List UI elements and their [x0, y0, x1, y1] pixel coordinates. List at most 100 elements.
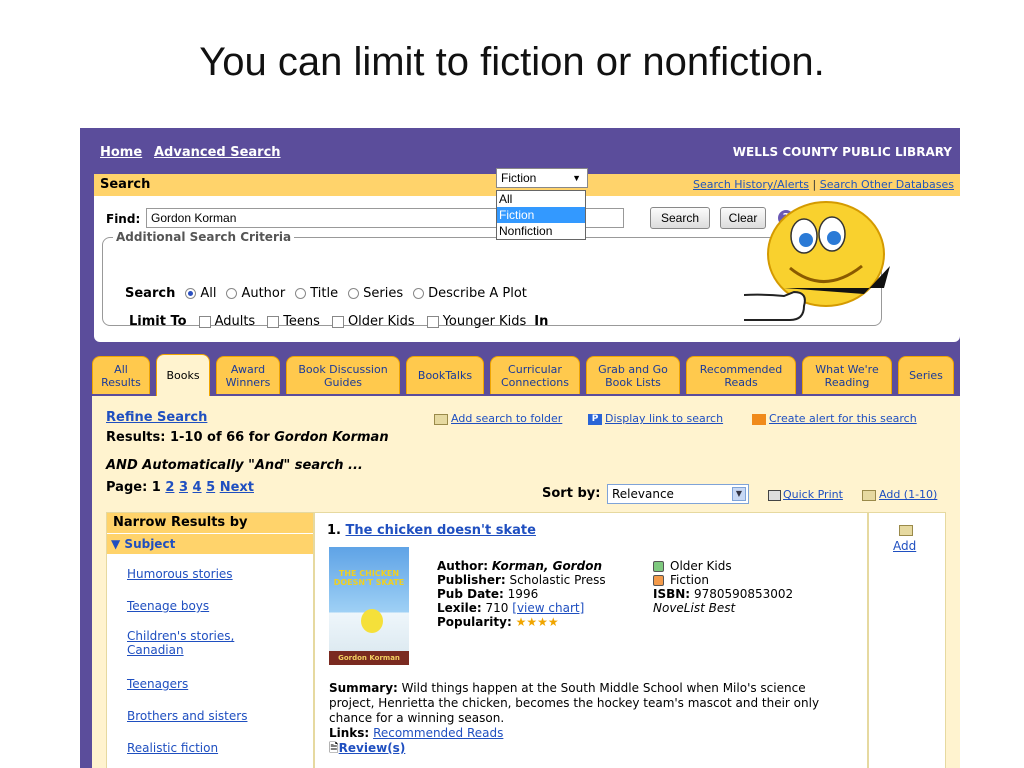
- radio-author[interactable]: [226, 288, 238, 299]
- tab-award-winners[interactable]: Award Winners: [216, 356, 280, 394]
- record-title-link[interactable]: The chicken doesn't skate: [346, 523, 536, 538]
- reviews-link[interactable]: Review(s): [339, 741, 406, 755]
- lexile-value: 710: [485, 601, 509, 615]
- book-cover[interactable]: THE CHICKEN DOESN'T SKATE Gordon Korman: [329, 547, 409, 665]
- page-5-link[interactable]: 5: [206, 480, 215, 495]
- criteria-legend: Additional Search Criteria: [116, 230, 292, 244]
- add-record-link[interactable]: Add: [893, 539, 916, 553]
- quick-print-link[interactable]: Quick Print: [783, 488, 843, 501]
- radio-title-label: Title: [310, 286, 339, 301]
- popularity-label: Popularity:: [437, 615, 512, 629]
- results-query: Gordon Korman: [274, 430, 389, 445]
- summary-text: Wild things happen at the South Middle S…: [329, 681, 820, 725]
- page-2-link[interactable]: 2: [165, 480, 174, 495]
- add-range-link[interactable]: Add (1-10): [879, 488, 937, 501]
- rss-icon: [752, 413, 766, 425]
- link-separator: |: [812, 178, 817, 191]
- tab-books[interactable]: Books: [156, 354, 210, 396]
- option-nonfiction[interactable]: Nonfiction: [497, 223, 585, 239]
- search-header-links: Search History/Alerts | Search Other Dat…: [693, 178, 954, 191]
- record-number: 1.: [327, 523, 341, 538]
- tab-grab-and-go[interactable]: Grab and Go Book Lists: [586, 356, 680, 394]
- chevron-down-icon: ▼: [572, 173, 581, 183]
- tab-all-results[interactable]: All Results: [92, 356, 150, 394]
- subject-link[interactable]: Teenagers: [127, 677, 188, 691]
- in-select[interactable]: Fiction ▼: [496, 168, 588, 188]
- display-link-link[interactable]: Display link to search: [605, 412, 723, 425]
- add-search-folder-link[interactable]: Add search to folder: [451, 412, 562, 425]
- display-link[interactable]: P Display link to search: [588, 412, 723, 425]
- tab-book-discussion-guides[interactable]: Book Discussion Guides: [286, 356, 400, 394]
- add-search-folder[interactable]: Add search to folder: [434, 412, 562, 425]
- page-3-link[interactable]: 3: [179, 480, 188, 495]
- radio-title[interactable]: [295, 288, 307, 299]
- option-fiction[interactable]: Fiction: [497, 207, 585, 223]
- tab-what-were-reading[interactable]: What We're Reading: [802, 356, 892, 394]
- radio-series-label: Series: [363, 286, 404, 301]
- search-history-link[interactable]: Search History/Alerts: [693, 178, 809, 191]
- subject-link[interactable]: Teenage boys: [127, 599, 209, 613]
- subject-facet-toggle[interactable]: ▼ Subject: [107, 534, 313, 554]
- subject-link[interactable]: Humorous stories: [127, 567, 233, 581]
- subject-link[interactable]: Brothers and sisters: [127, 709, 247, 723]
- auto-and-text: AND Automatically "And" search ...: [106, 458, 363, 473]
- radio-author-label: Author: [241, 286, 286, 301]
- in-select-value: Fiction: [501, 171, 537, 185]
- results-summary: Results: 1-10 of 66 for Gordon Korman: [106, 430, 389, 445]
- checkbox-teens-label: Teens: [283, 314, 320, 329]
- next-page-link[interactable]: Next: [220, 480, 254, 495]
- genre-value: Fiction: [670, 573, 709, 587]
- star-icon: ★: [526, 615, 538, 629]
- tab-booktalks[interactable]: BookTalks: [406, 356, 484, 394]
- recommended-reads-link[interactable]: Recommended Reads: [373, 726, 503, 740]
- page-4-link[interactable]: 4: [193, 480, 202, 495]
- in-label: In: [534, 314, 549, 329]
- sort-select[interactable]: Relevance ▼: [607, 484, 749, 504]
- narrow-results-heading: Narrow Results by: [107, 513, 313, 533]
- page-label: Page: 1: [106, 480, 161, 495]
- subject-link[interactable]: Realistic fiction: [127, 741, 218, 755]
- home-link[interactable]: Home: [100, 145, 142, 160]
- checkbox-older-kids-label: Older Kids: [347, 314, 415, 329]
- advanced-search-link[interactable]: Advanced Search: [154, 145, 281, 160]
- create-alert[interactable]: Create alert for this search: [752, 412, 917, 425]
- add-range[interactable]: Add (1-10): [862, 488, 937, 501]
- quick-print[interactable]: Quick Print: [768, 488, 843, 501]
- audience-icon: [653, 561, 664, 572]
- publisher-label: Publisher:: [437, 573, 506, 587]
- subject-heading: Subject: [124, 537, 176, 551]
- radio-describe-plot[interactable]: [413, 288, 425, 299]
- radio-all-label: All: [200, 286, 217, 301]
- radio-series[interactable]: [348, 288, 360, 299]
- search-button[interactable]: Search: [650, 207, 710, 229]
- tab-recommended-reads[interactable]: Recommended Reads: [686, 356, 796, 394]
- links-label: Links:: [329, 726, 370, 740]
- smiley-pupil-left: [799, 233, 813, 247]
- isbn-label: ISBN:: [653, 587, 691, 601]
- smiley-pointing-illustration: [744, 201, 890, 321]
- cover-title: THE CHICKEN DOESN'T SKATE: [333, 569, 405, 587]
- create-alert-link[interactable]: Create alert for this search: [769, 412, 917, 425]
- search-other-databases-link[interactable]: Search Other Databases: [820, 178, 954, 191]
- tab-curricular-connections[interactable]: Curricular Connections: [490, 356, 580, 394]
- pubdate-value: 1996: [507, 587, 539, 601]
- star-icon: ★: [547, 615, 559, 629]
- caret-down-icon: ▼: [111, 537, 121, 551]
- checkbox-younger-kids[interactable]: [426, 315, 439, 328]
- checkbox-adults[interactable]: [198, 315, 211, 328]
- isbn-value: 9780590853002: [693, 587, 794, 601]
- radio-all[interactable]: [185, 288, 197, 299]
- slide-title: You can limit to fiction or nonfiction.: [199, 40, 825, 84]
- document-icon: 🗎: [329, 741, 339, 755]
- pagination: Page: 1 2 3 4 5 Next: [106, 480, 254, 495]
- library-name: WELLS COUNTY PUBLIC LIBRARY: [732, 145, 952, 159]
- option-all[interactable]: All: [497, 191, 585, 207]
- checkbox-older-kids[interactable]: [331, 315, 344, 328]
- checkbox-teens[interactable]: [267, 315, 280, 328]
- tab-series[interactable]: Series: [898, 356, 954, 394]
- narrow-results-panel: Narrow Results by ▼ Subject Humorous sto…: [106, 512, 314, 768]
- subject-link[interactable]: Children's stories, Canadian: [127, 629, 287, 657]
- refine-search-link[interactable]: Refine Search: [106, 410, 207, 425]
- record-meta: Older Kids Fiction ISBN: 9780590853002 N…: [653, 559, 793, 615]
- lexile-chart-link[interactable]: [view chart]: [512, 601, 584, 615]
